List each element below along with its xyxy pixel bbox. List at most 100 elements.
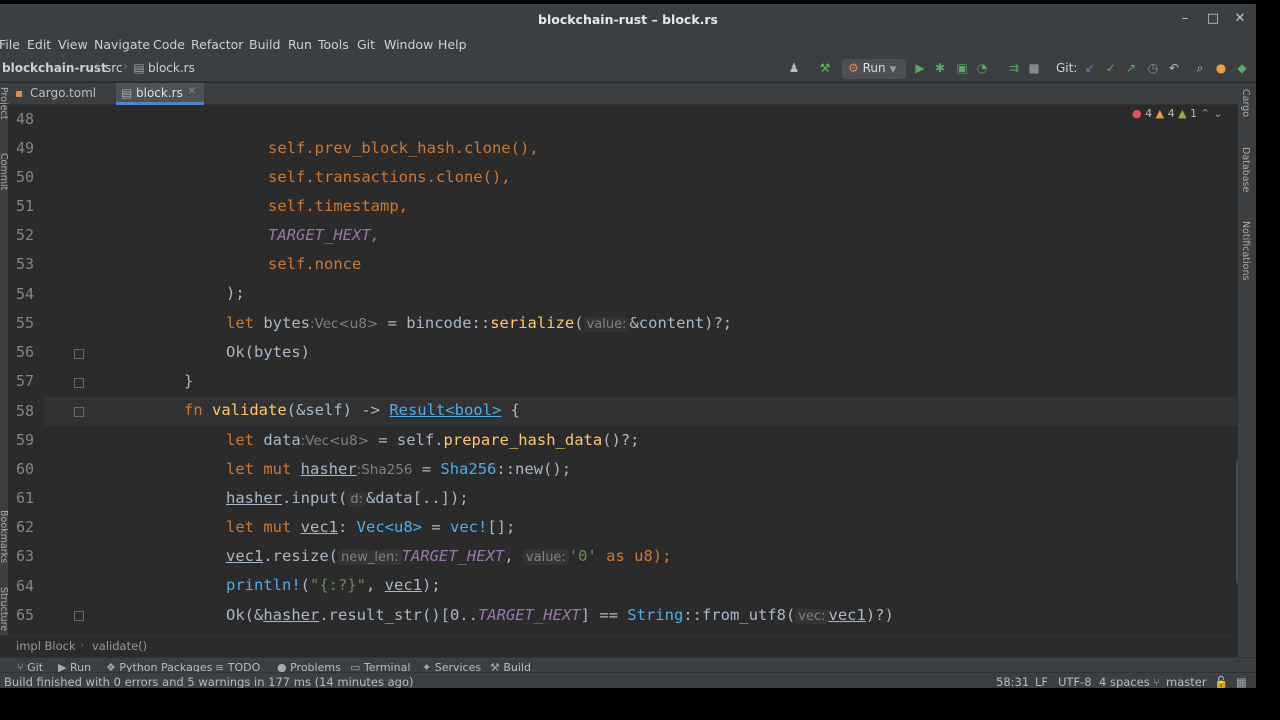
menu-git[interactable]: Git <box>357 37 375 52</box>
debug-icon[interactable]: ✱ <box>932 61 948 75</box>
rust-icon: ⚙ <box>848 61 859 75</box>
line-number: 56 <box>15 343 34 361</box>
breadcrumb-impl[interactable]: impl Block <box>16 639 76 653</box>
char-literal: '0' <box>568 547 597 565</box>
run-configuration-label: Run <box>862 61 886 75</box>
title-bar: blockchain-rust – block.rs – □ ✕ <box>0 4 1256 34</box>
stop-icon[interactable]: ■ <box>1026 61 1042 75</box>
code-line-48: self.prev_block_hash.clone(), <box>212 105 539 157</box>
line-number: 57 <box>15 372 34 390</box>
code-line-62: vec1.resize(new_len: TARGET_HEXT, value: '… <box>170 513 671 565</box>
menu-refactor[interactable]: Refactor <box>191 37 243 52</box>
code-line-50: self.timestamp, <box>212 163 408 215</box>
line-number: 64 <box>15 577 34 595</box>
menu-code[interactable]: Code <box>153 37 185 52</box>
editor-scrollbar[interactable] <box>1236 460 1238 584</box>
coverage-icon[interactable]: ▣ <box>954 61 970 75</box>
breadcrumb-function[interactable]: validate() <box>92 639 147 653</box>
code-editor[interactable]: ● 4 ▲ 4 ▲ 1 ⌃ ⌄ 48 49 50 51 52 53 54 55 … <box>8 105 1238 635</box>
tab-block-rs[interactable]: ▤ block.rs ✕ <box>116 83 204 105</box>
git-commit-icon[interactable]: ✓ <box>1103 61 1119 75</box>
cargo-tool-button[interactable]: Cargo <box>1240 89 1251 117</box>
menu-help[interactable]: Help <box>438 37 467 52</box>
code-line-60: hasher.input(d: &data[..]); <box>170 455 469 507</box>
type-hint: :Vec<u8> <box>310 316 379 332</box>
tab-label: Cargo.toml <box>30 86 97 100</box>
code-line-65: } <box>128 601 193 630</box>
menu-build[interactable]: Build <box>249 37 280 52</box>
chevron-up-icon[interactable]: ⌃ <box>1201 107 1210 120</box>
menu-tools[interactable]: Tools <box>318 37 349 52</box>
git-push-icon[interactable]: ↗ <box>1123 61 1139 75</box>
menu-navigate[interactable]: Navigate <box>94 37 150 52</box>
maximize-button[interactable]: □ <box>1204 11 1222 26</box>
menu-run[interactable]: Run <box>288 37 312 52</box>
notifications-tool-button[interactable]: Notifications <box>1240 221 1251 280</box>
caret-position[interactable]: 58:31 <box>996 675 1029 688</box>
profile-icon[interactable]: ◔ <box>974 61 990 75</box>
history-icon[interactable]: ◷ <box>1145 61 1161 75</box>
fold-marker-icon[interactable] <box>74 378 84 388</box>
code-breadcrumb-bar: impl Block › validate() <box>0 635 1238 657</box>
user-icon[interactable]: ♟ <box>786 61 802 75</box>
search-icon[interactable]: ⌕ <box>1192 61 1208 76</box>
file-encoding[interactable]: UTF-8 <box>1058 675 1092 688</box>
line-separator[interactable]: LF <box>1035 675 1048 688</box>
status-message[interactable]: Build finished with 0 errors and 5 warni… <box>4 675 413 688</box>
line-number: 49 <box>15 139 34 157</box>
line-number: 50 <box>15 168 34 186</box>
line-number: 55 <box>15 314 34 332</box>
menu-file[interactable]: File <box>0 37 20 52</box>
code-text: &content)?; <box>629 314 733 332</box>
lock-icon[interactable]: 🔓 <box>1214 675 1228 688</box>
updates-icon[interactable]: ● <box>1213 61 1229 75</box>
menu-edit[interactable]: Edit <box>27 37 51 52</box>
line-number: 48 <box>15 110 34 128</box>
code-line-54: let bytes:Vec<u8> = bincode::serialize(v… <box>170 280 732 332</box>
database-tool-button[interactable]: Database <box>1240 147 1251 192</box>
git-update-icon[interactable]: ↙ <box>1082 61 1098 75</box>
fold-marker-icon[interactable] <box>74 349 84 359</box>
breadcrumb-folder[interactable]: src <box>105 61 123 75</box>
menu-bar: File Edit View Navigate Code Refactor Bu… <box>0 34 1256 56</box>
close-button[interactable]: ✕ <box>1231 11 1249 26</box>
breadcrumb-file[interactable]: block.rs <box>148 61 195 75</box>
parameter-hint: value: <box>522 550 569 565</box>
toolbox-icon[interactable]: ◆ <box>1234 61 1250 75</box>
code-text: .result_str()[0.. <box>319 606 478 624</box>
fold-marker-icon[interactable] <box>74 611 84 621</box>
rollback-icon[interactable]: ↶ <box>1166 61 1182 75</box>
git-branch[interactable]: master <box>1166 675 1207 688</box>
identifier: vec1 <box>828 606 866 624</box>
constant: TARGET_HEXT <box>477 606 581 624</box>
tab-cargo-toml[interactable]: ▪ Cargo.toml <box>10 83 116 105</box>
weak-warning-icon: ▲ <box>1178 107 1187 120</box>
run-configuration-select[interactable]: ⚙ Run ▼ <box>842 59 906 79</box>
code-line-52: self.nonce <box>212 221 361 273</box>
fold-marker-icon[interactable] <box>74 407 84 417</box>
code-text: )?) <box>865 606 894 624</box>
error-icon: ● <box>1132 107 1142 120</box>
cargo-file-icon: ▪ <box>15 86 24 100</box>
editor-tab-bar: ▪ Cargo.toml ▤ block.rs ✕ <box>0 83 1238 105</box>
menu-window[interactable]: Window <box>384 37 433 52</box>
breadcrumb-project[interactable]: blockchain-rust <box>2 61 107 75</box>
close-icon[interactable]: ✕ <box>188 86 196 97</box>
build-hammer-icon[interactable]: ⚒ <box>817 61 833 75</box>
run-icon[interactable]: ▶ <box>912 61 928 75</box>
left-tool-strip: Project Commit Bookmarks Structure <box>0 87 9 657</box>
ide-window: blockchain-rust – block.rs – □ ✕ File Ed… <box>0 4 1256 688</box>
right-tool-strip: Cargo Database Notifications <box>1238 83 1256 657</box>
minimize-button[interactable]: – <box>1176 11 1194 26</box>
code-text: , <box>504 547 523 565</box>
line-number: 65 <box>15 606 34 624</box>
memory-indicator-icon[interactable]: ▦ <box>1236 675 1247 688</box>
line-number: 58 <box>15 402 34 420</box>
attach-icon[interactable]: ⇉ <box>1006 61 1022 75</box>
window-title: blockchain-rust – block.rs <box>538 12 718 27</box>
indent-setting[interactable]: 4 spaces <box>1099 675 1150 688</box>
parameter-hint: vec: <box>795 609 829 624</box>
identifier: hasher <box>263 606 320 624</box>
menu-view[interactable]: View <box>58 37 88 52</box>
chevron-down-icon[interactable]: ⌄ <box>1213 107 1222 120</box>
